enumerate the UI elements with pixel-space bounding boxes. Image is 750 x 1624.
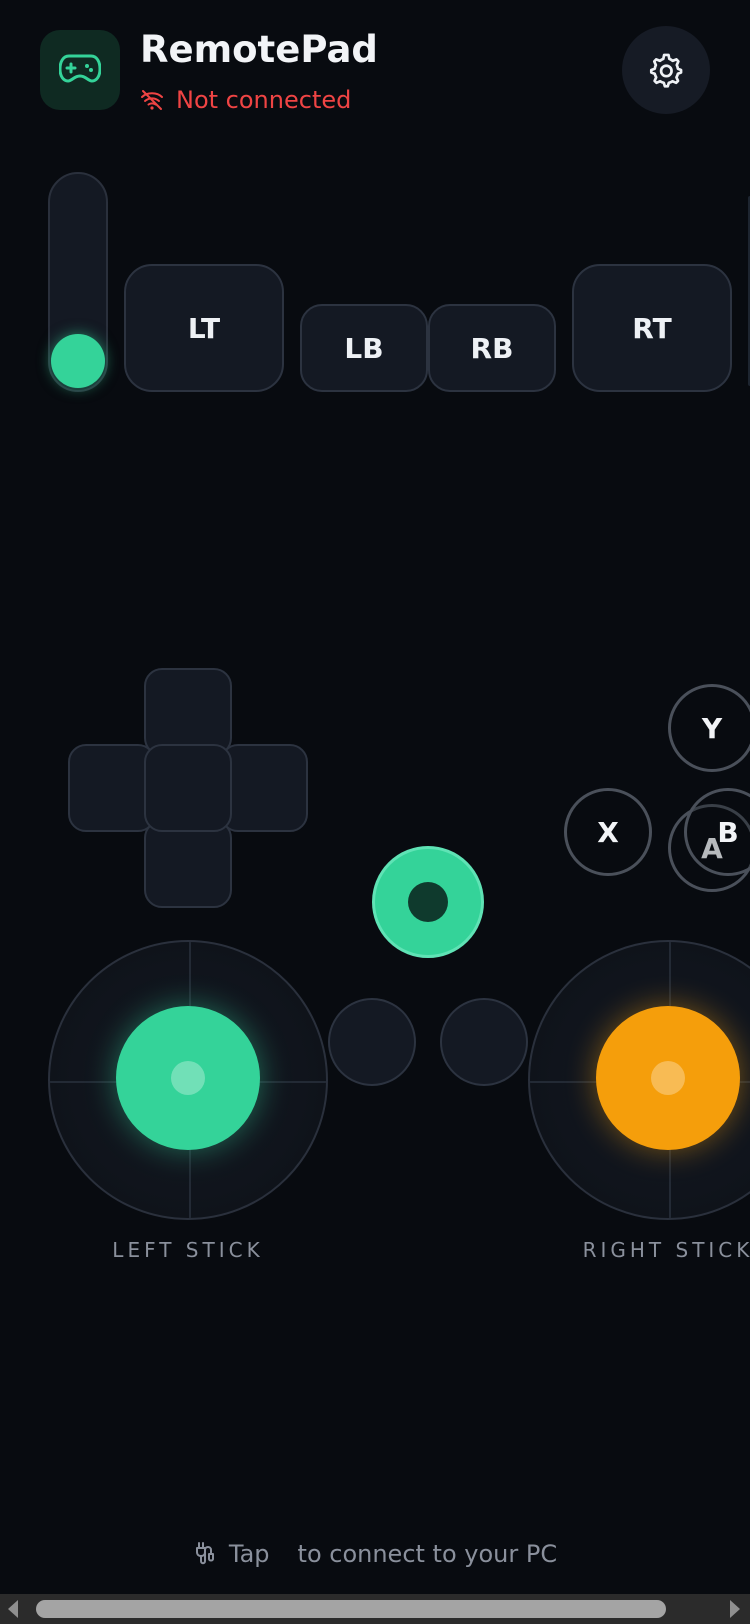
gamepad-icon — [58, 53, 102, 87]
center-joystick[interactable] — [372, 846, 484, 958]
plug-icon — [193, 1541, 217, 1567]
remotepad-screen: RemotePad Not connected LT LB RB RT Y X … — [0, 0, 750, 1624]
wifi-off-icon — [140, 88, 164, 112]
left-stick-label: LEFT STICK — [112, 1238, 264, 1262]
rb-button[interactable]: RB — [428, 304, 556, 392]
scrollbar-thumb[interactable] — [36, 1600, 666, 1618]
hint-text: to connect to your PC — [297, 1540, 558, 1568]
x-button[interactable]: X — [564, 788, 652, 876]
right-stick-knob-dot — [651, 1061, 685, 1095]
slider-thumb[interactable] — [51, 334, 105, 388]
right-stick-label: RIGHT STICK — [582, 1238, 750, 1262]
y-button[interactable]: Y — [668, 684, 750, 772]
dpad-right-button[interactable] — [220, 744, 308, 832]
scroll-right-icon[interactable] — [730, 1600, 740, 1618]
connect-hint: Tap to connect to your PC — [0, 1534, 750, 1574]
rt-button[interactable]: RT — [572, 264, 732, 392]
status-text: Not connected — [176, 86, 352, 114]
lb-button[interactable]: LB — [300, 304, 428, 392]
app-logo — [40, 30, 120, 110]
dpad-up-button[interactable] — [144, 668, 232, 756]
gear-icon — [647, 51, 685, 89]
connection-status: Not connected — [140, 82, 351, 118]
scroll-left-icon[interactable] — [8, 1600, 18, 1618]
back-button[interactable] — [328, 998, 416, 1086]
left-stick-knob[interactable] — [116, 1006, 260, 1150]
start-button[interactable] — [440, 998, 528, 1086]
center-joystick-dot — [408, 882, 448, 922]
app-title: RemotePad — [140, 28, 378, 71]
lt-button[interactable]: LT — [124, 264, 284, 392]
right-stick-knob[interactable] — [596, 1006, 740, 1150]
hint-action[interactable]: Tap — [229, 1540, 270, 1568]
dpad-center — [144, 744, 232, 832]
dpad-down-button[interactable] — [144, 820, 232, 908]
left-stick-knob-dot — [171, 1061, 205, 1095]
dpad-left-button[interactable] — [68, 744, 156, 832]
settings-button[interactable] — [622, 26, 710, 114]
